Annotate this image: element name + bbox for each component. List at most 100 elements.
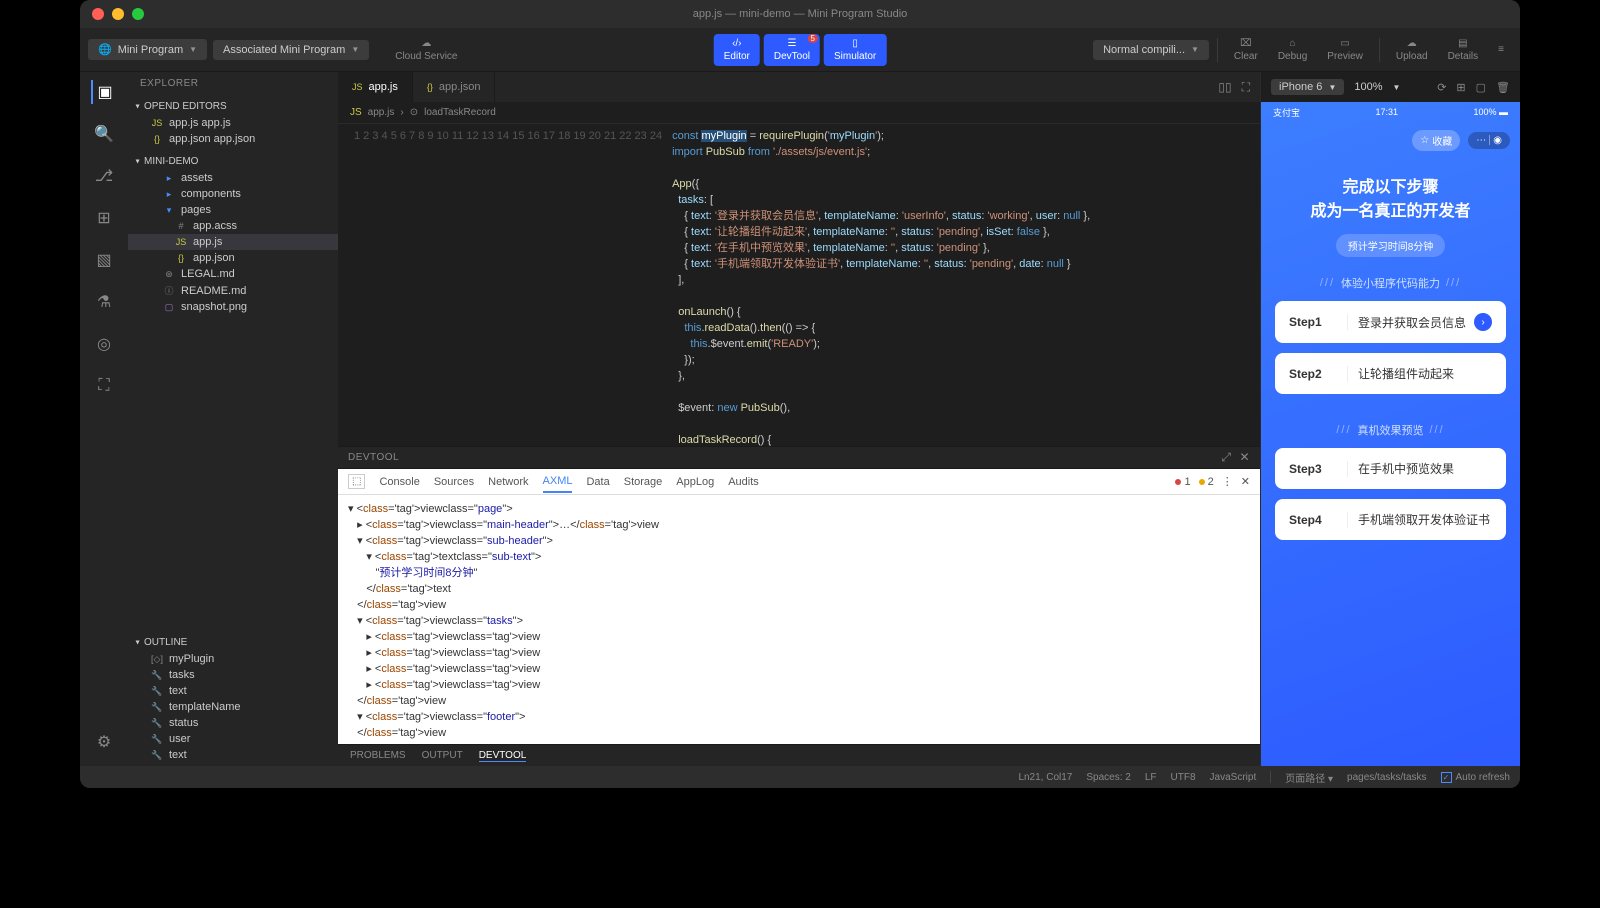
grid-icon[interactable]: ⊞: [1456, 81, 1465, 94]
outline-item[interactable]: 🔧text: [128, 683, 338, 699]
axml-node[interactable]: ▸ <class='tag'>viewclass='tag'>view: [348, 661, 659, 677]
devtool-mode-button[interactable]: ☰ 5 DevTool: [764, 34, 820, 66]
zoom-label[interactable]: 100%: [1354, 81, 1382, 93]
inspect-icon[interactable]: ⬚: [348, 474, 365, 489]
expand-icon[interactable]: ⤢: [1221, 450, 1231, 465]
axml-node[interactable]: ▾ <class='tag'>viewclass="footer">: [348, 709, 659, 725]
axml-node[interactable]: </class='tag'>view: [348, 693, 659, 709]
axml-node[interactable]: ▸ <class='tag'>viewclass='tag'>view: [348, 645, 659, 661]
axml-node[interactable]: ▾ <class='tag'>viewclass="page">: [348, 501, 659, 517]
bottom-tab[interactable]: DEVTOOL: [479, 750, 527, 762]
project-section[interactable]: MINI-DEMO: [128, 153, 338, 170]
devtool-tab[interactable]: Sources: [434, 472, 474, 492]
settings-icon[interactable]: ⚙: [92, 730, 116, 754]
error-count[interactable]: 1: [1175, 476, 1190, 488]
outline-item[interactable]: 🔧text: [128, 747, 338, 763]
eol-status[interactable]: LF: [1145, 772, 1157, 783]
extension-icon[interactable]: ⊞: [92, 206, 116, 230]
axml-node[interactable]: ▾ <class='tag'>viewclass="tasks">: [348, 613, 659, 629]
outline-section[interactable]: OUTLINE: [128, 634, 338, 651]
file-tree-item[interactable]: ▢snapshot.png: [128, 299, 338, 315]
outline-item[interactable]: 🔧user: [128, 731, 338, 747]
layout-icon[interactable]: ⛶: [1242, 80, 1250, 95]
outline-item[interactable]: 🔧templateName: [128, 699, 338, 715]
axml-node[interactable]: "预计学习时间8分钟": [348, 565, 659, 581]
upload-button[interactable]: ☁Upload: [1388, 36, 1436, 64]
open-editor-item[interactable]: {}app.json app.json: [128, 131, 338, 147]
editor-tab[interactable]: {}app.json: [413, 72, 496, 102]
phone-simulator[interactable]: 支付宝 17:31 100% ▬ ☆收藏 ⋯ ◉ 完成以: [1261, 102, 1520, 766]
screenshot-icon[interactable]: ▢: [1476, 81, 1486, 94]
minimize-window-icon[interactable]: [112, 8, 124, 20]
open-editors-section[interactable]: OPEND EDITORS: [128, 98, 338, 115]
file-tree-item[interactable]: ▸components: [128, 186, 338, 202]
mini-program-dropdown[interactable]: 🌐 Mini Program▼: [88, 39, 207, 60]
devtool-close-icon[interactable]: ✕: [1241, 475, 1250, 488]
cloud-service-button[interactable]: ☁ Cloud Service: [395, 38, 457, 62]
editor-tab[interactable]: JSapp.js: [338, 72, 413, 102]
code-editor[interactable]: 1 2 3 4 5 6 7 8 9 10 11 12 13 14 15 16 1…: [338, 124, 1260, 446]
axml-node[interactable]: ▸ <class='tag'>viewclass='tag'>view: [348, 629, 659, 645]
outline-item[interactable]: 🔧status: [128, 715, 338, 731]
file-tree-item[interactable]: ⊛LEGAL.md: [128, 266, 338, 282]
step-card[interactable]: Step3在手机中预览效果: [1275, 448, 1506, 489]
clear-button[interactable]: ⌧Clear: [1226, 36, 1266, 64]
file-tree-item[interactable]: ▸assets: [128, 170, 338, 186]
devtool-tab[interactable]: AppLog: [676, 472, 714, 492]
explorer-icon[interactable]: ▣: [91, 80, 115, 104]
scan-icon[interactable]: ⛶: [92, 374, 116, 398]
spaces-status[interactable]: Spaces: 2: [1086, 772, 1130, 783]
trash-icon[interactable]: 🗑: [1496, 81, 1510, 94]
maximize-window-icon[interactable]: [132, 8, 144, 20]
open-editor-item[interactable]: JSapp.js app.js: [128, 115, 338, 131]
step-card[interactable]: Step1登录并获取会员信息›: [1275, 301, 1506, 343]
outline-item[interactable]: 🔧tasks: [128, 667, 338, 683]
devtool-tab[interactable]: Audits: [728, 472, 759, 492]
step-card[interactable]: Step2让轮播组件动起来: [1275, 353, 1506, 394]
axml-node[interactable]: ▾ <class='tag'>viewclass="sub-header">: [348, 533, 659, 549]
devtool-more-icon[interactable]: ⋮: [1222, 475, 1233, 488]
experiment-icon[interactable]: ⚗: [92, 290, 116, 314]
target-icon[interactable]: ◎: [92, 332, 116, 356]
axml-node[interactable]: ▸ <class='tag'>viewclass='tag'>view: [348, 677, 659, 693]
breadcrumb[interactable]: JS app.js › ⊙ loadTaskRecord: [338, 102, 1260, 124]
axml-node[interactable]: </class='tag'>text: [348, 581, 659, 597]
cursor-status[interactable]: Ln21, Col17: [1018, 772, 1072, 783]
encoding-status[interactable]: UTF8: [1171, 772, 1196, 783]
devtool-tab[interactable]: Network: [488, 472, 528, 492]
close-icon[interactable]: ✕: [1239, 450, 1250, 465]
devtool-tab[interactable]: Data: [586, 472, 609, 492]
more-button[interactable]: ≡: [1490, 42, 1512, 57]
axml-node[interactable]: </class='tag'>view: [348, 597, 659, 613]
language-status[interactable]: JavaScript: [1210, 772, 1257, 783]
file-tree-item[interactable]: {}app.json: [128, 250, 338, 266]
split-icon[interactable]: ▯▯: [1218, 80, 1231, 94]
file-tree-item[interactable]: ▾pages: [128, 202, 338, 218]
axml-node[interactable]: ▸ <class='tag'>viewclass="main-header">……: [348, 517, 659, 533]
bottom-tab[interactable]: OUTPUT: [422, 750, 463, 761]
axml-node[interactable]: </class='tag'>view: [348, 725, 659, 741]
package-icon[interactable]: ▧: [92, 248, 116, 272]
file-tree-item[interactable]: JSapp.js: [128, 234, 338, 250]
device-select[interactable]: iPhone 6▼: [1271, 79, 1344, 95]
warning-count[interactable]: 2: [1199, 476, 1214, 488]
preview-button[interactable]: ▭Preview: [1319, 36, 1371, 64]
simulator-mode-button[interactable]: ▯ Simulator: [824, 34, 886, 66]
step-card[interactable]: Step4手机端领取开发体验证书: [1275, 499, 1506, 540]
file-tree-item[interactable]: ⓘREADME.md: [128, 282, 338, 299]
devtool-body[interactable]: ▾ <class='tag'>viewclass="page"> ▸ <clas…: [338, 495, 1260, 744]
refresh-icon[interactable]: ⟳: [1437, 81, 1446, 94]
outline-item[interactable]: [◇]myPlugin: [128, 651, 338, 667]
app-menu-button[interactable]: ⋯ ◉: [1468, 132, 1510, 149]
devtool-tab[interactable]: Console: [379, 472, 419, 492]
favorite-button[interactable]: ☆收藏: [1412, 130, 1460, 151]
auto-refresh-toggle[interactable]: ✓Auto refresh: [1441, 772, 1510, 783]
search-icon[interactable]: 🔍: [92, 122, 116, 146]
details-button[interactable]: ▤Details: [1440, 36, 1487, 64]
devtool-tab[interactable]: AXML: [543, 471, 573, 493]
associated-dropdown[interactable]: Associated Mini Program▼: [213, 40, 369, 60]
git-icon[interactable]: ⎇: [92, 164, 116, 188]
file-tree-item[interactable]: #app.acss: [128, 218, 338, 234]
axml-node[interactable]: ▾ <class='tag'>textclass="sub-text">: [348, 549, 659, 565]
devtool-tab[interactable]: Storage: [624, 472, 663, 492]
